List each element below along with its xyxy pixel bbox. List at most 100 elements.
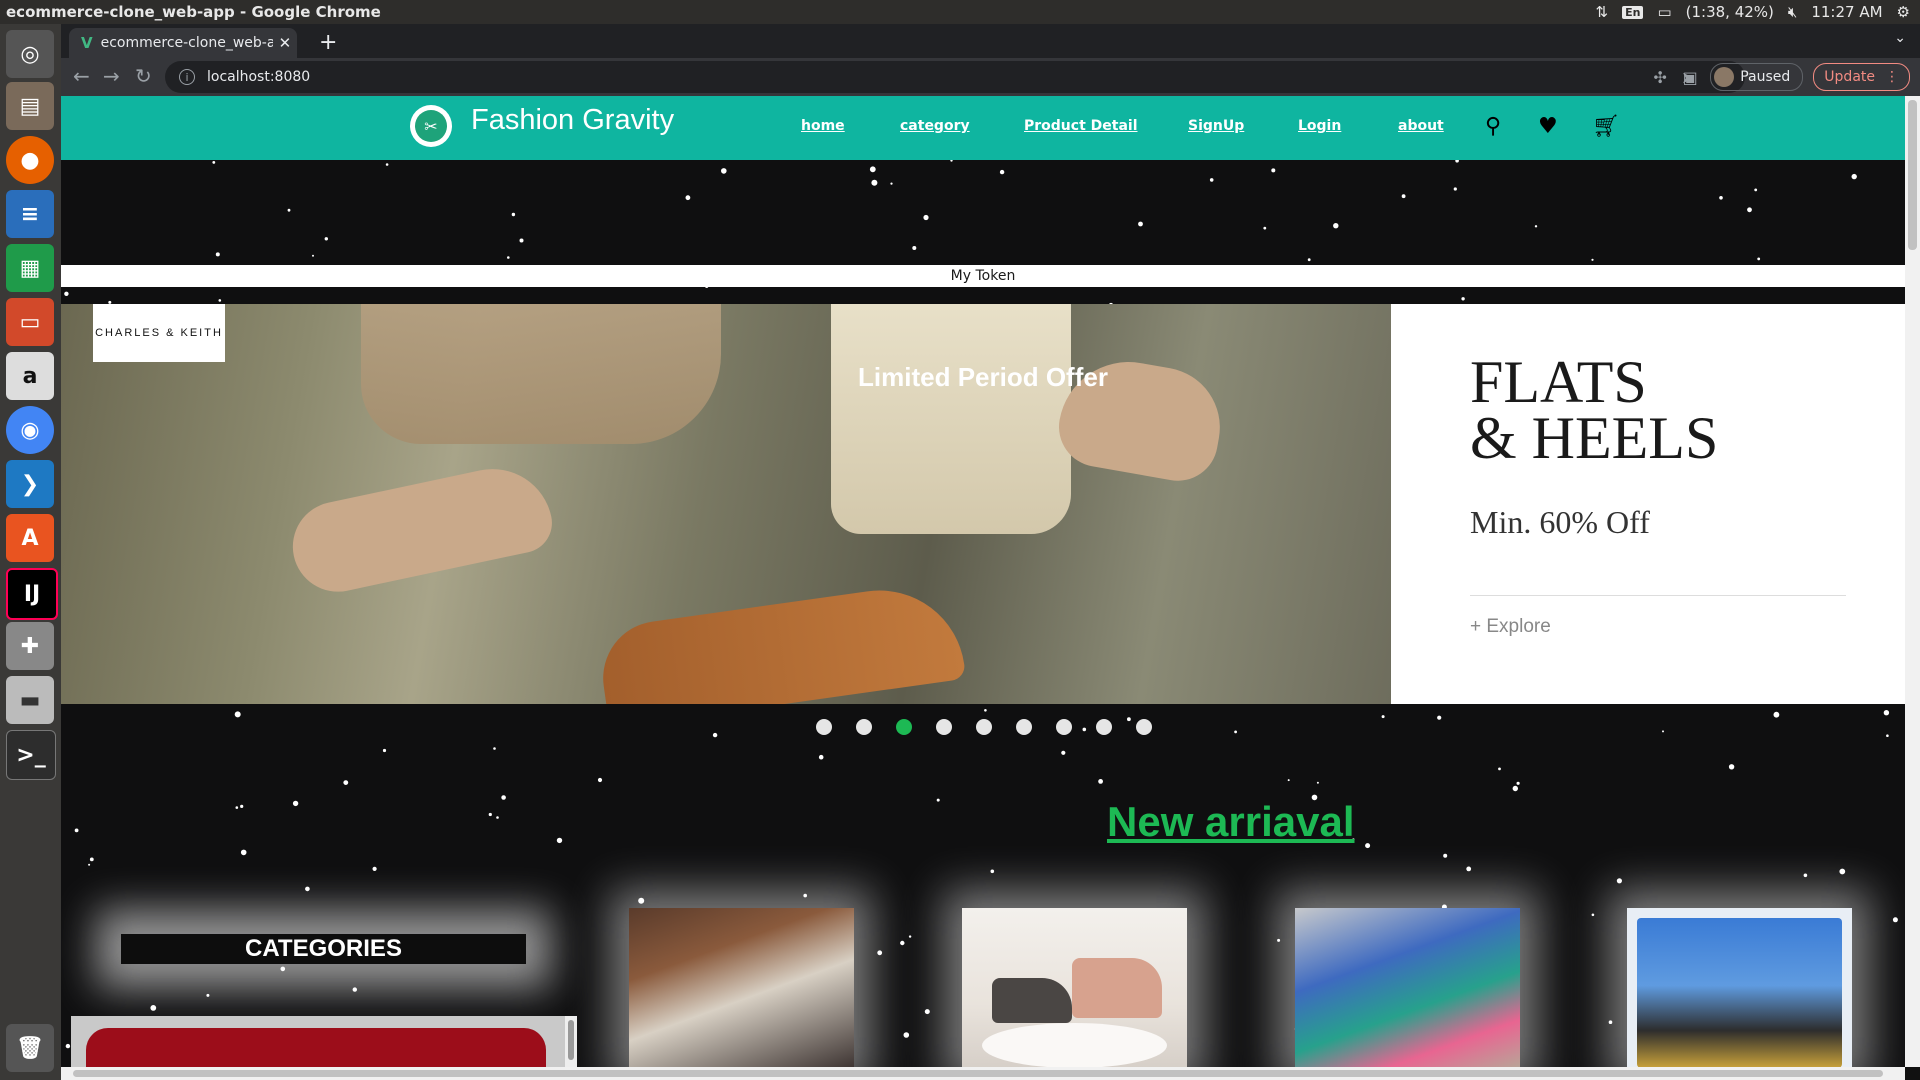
ubuntu-logo-icon[interactable]: ◎ <box>6 30 54 78</box>
nav-home[interactable]: home <box>801 118 845 134</box>
address-bar[interactable]: i localhost:8080 ➤ ☆ <box>165 61 1745 93</box>
new-arrival-heading[interactable]: New arriaval <box>1107 798 1355 846</box>
tab-search-chevron-icon[interactable]: ⌄ <box>1894 30 1906 46</box>
update-label: Update <box>1824 69 1875 85</box>
wishlist-heart-icon[interactable]: ♥ <box>1538 114 1558 139</box>
volume-muted-icon[interactable]: 🔇︎ <box>1788 3 1797 21</box>
new-tab-icon[interactable]: + <box>319 30 337 55</box>
page-horizontal-scrollbar[interactable] <box>61 1067 1905 1080</box>
drive-icon[interactable]: ▬ <box>6 676 54 724</box>
page-vertical-scrollbar-thumb[interactable] <box>1908 100 1917 250</box>
product-photo-table <box>982 1023 1167 1067</box>
category-card[interactable] <box>86 1028 546 1067</box>
carousel-dot[interactable] <box>1056 719 1072 735</box>
reload-icon[interactable]: ↻ <box>135 64 152 88</box>
files-app-icon[interactable]: ▤ <box>6 82 54 130</box>
categories-scrollbar[interactable] <box>565 1016 577 1067</box>
categories-scrollbar-thumb[interactable] <box>568 1020 574 1060</box>
update-button[interactable]: Update ⋮ <box>1813 63 1910 91</box>
browser-tab[interactable]: V ecommerce-clone_web-app ✕ <box>69 28 297 58</box>
nav-category[interactable]: category <box>900 118 970 134</box>
firefox-icon[interactable]: ● <box>6 136 54 184</box>
amazon-icon[interactable]: a <box>6 352 54 400</box>
network-icon[interactable]: ⇅ <box>1596 3 1609 21</box>
close-tab-icon[interactable]: ✕ <box>279 34 292 52</box>
banner-photo-mule <box>595 579 967 704</box>
star-dot <box>352 987 357 992</box>
site-info-icon[interactable]: i <box>179 69 195 85</box>
site-header: ✂ Fashion Gravity home category Product … <box>61 96 1905 160</box>
brand-name[interactable]: Fashion Gravity <box>471 104 674 137</box>
star-dot <box>1401 194 1406 199</box>
carousel-dot[interactable] <box>1136 719 1152 735</box>
product-card-heels[interactable] <box>962 908 1187 1067</box>
product-card-ethnic[interactable] <box>1295 908 1520 1067</box>
headline-line2: & HEELS <box>1470 405 1719 471</box>
star-dot <box>1719 196 1723 200</box>
star-dot <box>218 299 222 302</box>
carousel-dot[interactable] <box>816 719 832 735</box>
carousel-dot[interactable] <box>936 719 952 735</box>
browser-toolbar: ← → ↻ i localhost:8080 ➤ ☆ ✣ ▣ Paused Up… <box>61 58 1920 96</box>
star-dot <box>385 163 389 166</box>
nav-signup[interactable]: SignUp <box>1188 118 1244 134</box>
categories-heading: CATEGORIES <box>245 935 402 962</box>
categories-list[interactable] <box>71 1016 577 1067</box>
battery-status[interactable]: (1:38, 42%) <box>1686 3 1774 21</box>
star-dot <box>280 966 286 972</box>
writer-icon[interactable]: ≡ <box>6 190 54 238</box>
nav-about[interactable]: about <box>1398 118 1444 134</box>
page-horizontal-scrollbar-thumb[interactable] <box>73 1070 1883 1077</box>
explore-link[interactable]: + Explore <box>1470 616 1551 638</box>
search-icon[interactable]: ⚲ <box>1485 114 1501 139</box>
carousel-dot[interactable] <box>896 719 912 735</box>
hero-banner[interactable]: CHARLES & KEITH Limited Period Offer FLA… <box>61 304 1905 704</box>
system-tools-icon[interactable]: ✚ <box>6 622 54 670</box>
url-text[interactable]: localhost:8080 <box>207 69 310 85</box>
carousel-dot[interactable] <box>1096 719 1112 735</box>
software-center-icon[interactable]: A <box>6 514 54 562</box>
cart-icon[interactable]: 🛒︎ <box>1592 114 1620 139</box>
trash-icon[interactable]: 🗑︎ <box>6 1024 54 1072</box>
vscode-icon[interactable]: ❯ <box>6 460 54 508</box>
nav-product-detail[interactable]: Product Detail <box>1024 118 1138 134</box>
impress-icon[interactable]: ▭ <box>6 298 54 346</box>
carousel-dot[interactable] <box>976 719 992 735</box>
star-dot <box>1277 938 1281 942</box>
product-card-men[interactable] <box>629 908 854 1067</box>
star-dot <box>1534 225 1538 228</box>
settings-gear-icon[interactable]: ⚙ <box>1897 3 1910 21</box>
forward-arrow-icon[interactable]: → <box>103 64 120 88</box>
scissors-logo-icon: ✂ <box>415 110 447 142</box>
terminal-icon[interactable]: >_ <box>6 730 56 780</box>
star-dot <box>215 252 220 257</box>
star-dot <box>343 780 349 785</box>
brand-logo[interactable]: ✂ <box>410 105 452 147</box>
carousel-dot[interactable] <box>1016 719 1032 735</box>
star-dot <box>1287 779 1290 782</box>
star-dot <box>1307 258 1311 262</box>
star-dot <box>65 1043 71 1049</box>
clock[interactable]: 11:27 AM <box>1811 3 1882 21</box>
carousel-dot[interactable] <box>856 719 872 735</box>
star-dot <box>638 897 645 904</box>
intellij-icon[interactable]: IJ <box>6 568 58 620</box>
calc-icon[interactable]: ▦ <box>6 244 54 292</box>
profile-button[interactable]: Paused <box>1710 63 1804 91</box>
product-card-sportswear[interactable] <box>1627 908 1852 1067</box>
page-vertical-scrollbar[interactable] <box>1905 96 1920 1067</box>
star-dot <box>1271 168 1276 173</box>
profile-status: Paused <box>1740 69 1791 85</box>
star-dot <box>88 863 91 866</box>
nav-login[interactable]: Login <box>1298 118 1341 134</box>
star-dot <box>900 940 905 946</box>
chrome-icon[interactable]: ◉ <box>6 406 54 454</box>
keyboard-language[interactable]: En <box>1622 5 1644 19</box>
battery-icon[interactable]: ▭ <box>1657 3 1671 21</box>
star-dot <box>292 800 299 807</box>
extensions-puzzle-icon[interactable]: ✣ <box>1650 68 1670 87</box>
kebab-menu-icon[interactable]: ⋮ <box>1885 69 1899 85</box>
back-arrow-icon[interactable]: ← <box>73 64 90 88</box>
star-dot <box>240 849 247 856</box>
side-panel-icon[interactable]: ▣ <box>1680 68 1700 87</box>
